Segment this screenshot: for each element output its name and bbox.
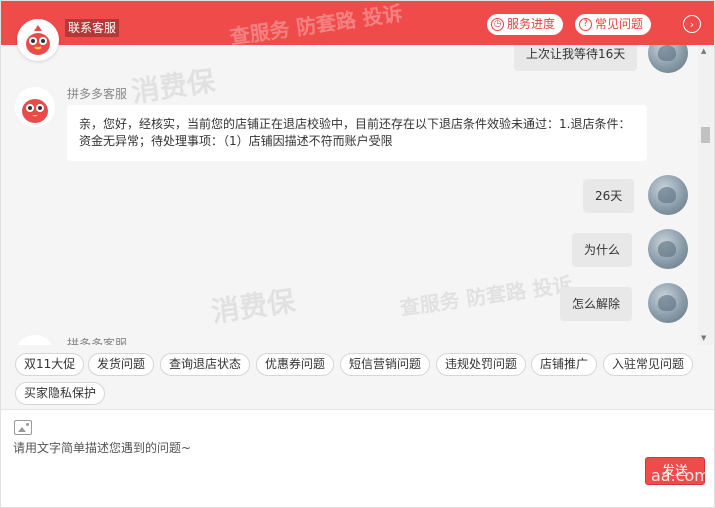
bot-name: 拼多多客服 (67, 87, 128, 101)
question-icon: ? (579, 18, 592, 31)
watermark-text: 查服务 防套路 投诉 (228, 0, 404, 49)
quick-question-tags: 双11大促 发货问题 查询退店状态 优惠券问题 短信营销问题 违规处罚问题 店铺… (1, 345, 714, 409)
user-avatar (648, 45, 688, 73)
header-title: 联系客服 (65, 19, 120, 37)
user-avatar (648, 175, 688, 215)
chevron-right-icon[interactable]: › (683, 15, 701, 33)
tag-buyer-privacy[interactable]: 买家隐私保护 (15, 382, 106, 405)
message-bubble-user: 为什么 (572, 233, 633, 267)
service-progress-button[interactable]: ◷ 服务进度 (487, 14, 564, 35)
tag-shipping[interactable]: 发货问题 (88, 353, 155, 376)
header-bar: 联系客服 ◷ 服务进度 ? 常见问题 › 查服务 防套路 投诉 (1, 1, 714, 49)
tag-coupon[interactable]: 优惠券问题 (256, 353, 335, 376)
chat-window: 联系客服 ◷ 服务进度 ? 常见问题 › 查服务 防套路 投诉 消费保 消费保 … (0, 0, 715, 508)
message-input[interactable]: 请用文字简单描述您遇到的问题~ (13, 439, 191, 456)
scroll-thumb[interactable] (701, 127, 710, 143)
message-bubble-user: 上次让我等待16天 (514, 45, 638, 71)
scroll-up-arrow-icon[interactable]: ▲ (701, 47, 706, 55)
tag-store-promotion[interactable]: 店铺推广 (531, 353, 598, 376)
message-bubble-user: 26天 (583, 179, 635, 213)
bot-name: 拼多多客服 (67, 337, 128, 345)
chat-messages[interactable]: 消费保 消费保 查服务 防套路 投诉 上次让我等待16天 拼多多客服 亲，您好，… (1, 45, 698, 345)
watermark-text: 消费保 (129, 64, 218, 109)
tag-store-exit-status[interactable]: 查询退店状态 (160, 353, 251, 376)
tag-double11[interactable]: 双11大促 (15, 353, 85, 376)
user-avatar (648, 283, 688, 323)
chat-scrollbar[interactable]: ▲ ▼ (698, 45, 713, 345)
input-area: 请用文字简单描述您遇到的问题~ 发送 aa.com (1, 409, 714, 507)
user-avatar (648, 229, 688, 269)
clock-icon: ◷ (491, 18, 504, 31)
service-progress-label: 服务进度 (507, 17, 556, 31)
tag-sms-marketing[interactable]: 短信营销问题 (340, 353, 431, 376)
bot-avatar (15, 87, 55, 127)
watermark-text: 消费保 (209, 284, 298, 329)
image-icon[interactable] (14, 420, 32, 435)
message-bubble-bot: 亲，您好，经核实，当前您的店铺正在退店校验中，目前还存在以下退店条件效验未通过：… (67, 105, 647, 161)
tag-onboarding-faq[interactable]: 入驻常见问题 (603, 353, 694, 376)
watermark-text: 查服务 防套路 投诉 (398, 271, 574, 320)
scroll-down-arrow-icon[interactable]: ▼ (701, 334, 706, 342)
send-button[interactable]: 发送 (645, 457, 705, 485)
faq-button[interactable]: ? 常见问题 (575, 14, 652, 35)
tag-violation-penalty[interactable]: 违规处罚问题 (436, 353, 527, 376)
pinduoduo-logo (17, 19, 59, 61)
bot-avatar (15, 335, 55, 345)
message-bubble-user: 怎么解除 (560, 287, 633, 321)
faq-label: 常见问题 (595, 17, 644, 31)
